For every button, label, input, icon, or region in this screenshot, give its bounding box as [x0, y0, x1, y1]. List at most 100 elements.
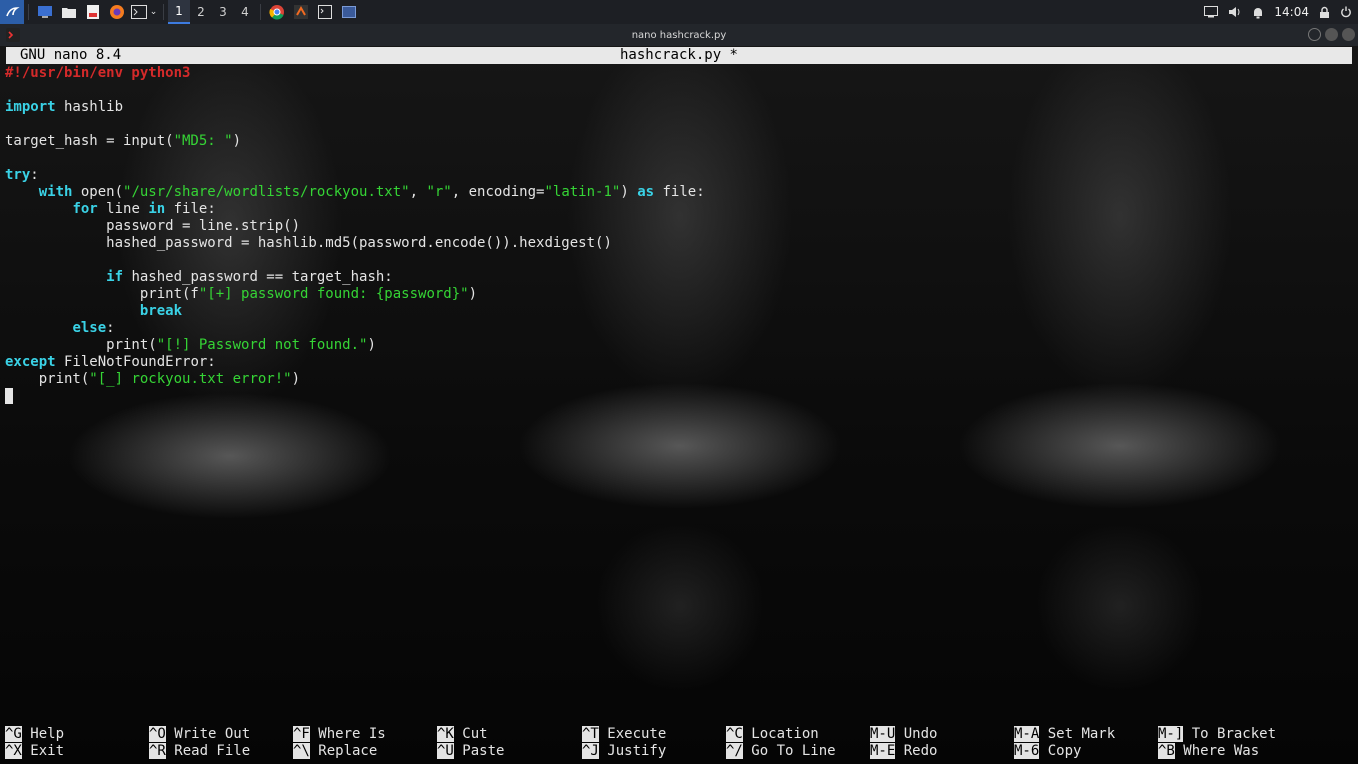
shortcut-key: ^K — [437, 726, 454, 742]
terminal-window-button[interactable] — [313, 0, 337, 24]
shortcut-exit[interactable]: ^X Exit — [5, 743, 149, 760]
shortcut-redo[interactable]: M-E Redo — [870, 743, 1014, 760]
code-text: , encoding= — [451, 184, 545, 200]
code-text: target_hash = input( — [5, 133, 174, 149]
taskbar-separator — [260, 4, 261, 20]
code-text: , — [409, 184, 427, 200]
shortcut-label: Read File — [165, 743, 251, 759]
notification-bell-icon[interactable] — [1252, 6, 1264, 19]
shortcut-label: Replace — [309, 743, 378, 759]
code-text: hashlib — [55, 99, 124, 115]
shortcut-read-file[interactable]: ^R Read File — [149, 743, 293, 760]
nano-header-bar: GNU nano 8.4 hashcrack.py * — [6, 47, 1352, 64]
shortcut-where-is[interactable]: ^F Where Is — [293, 726, 437, 743]
shortcut-help[interactable]: ^G Help — [5, 726, 149, 743]
shortcut-key: M-] — [1158, 726, 1184, 742]
shortcut-justify[interactable]: ^J Justify — [582, 743, 726, 760]
folder-icon — [62, 8, 76, 18]
minimize-button[interactable] — [1308, 28, 1321, 41]
shortcut-label: Write Out — [165, 726, 251, 742]
workspace-1[interactable]: 1 — [168, 0, 190, 24]
shortcut-where-was[interactable]: ^B Where Was — [1158, 743, 1302, 760]
shortcut-label: To Bracket — [1183, 726, 1277, 742]
terminal-launcher[interactable]: ⌄ — [129, 0, 159, 24]
shortcut-key: ^/ — [726, 743, 743, 759]
firefox-launcher[interactable] — [105, 0, 129, 24]
kali-menu-button[interactable] — [0, 0, 24, 24]
chrome-window-button[interactable] — [265, 0, 289, 24]
string-literal: "[!] Password not found." — [156, 337, 368, 353]
shortcut-key: ^U — [437, 743, 454, 759]
terminal-icon — [318, 5, 332, 19]
shortcut-label: Exit — [21, 743, 65, 759]
code-text: print( — [5, 371, 90, 387]
shortcut-key: ^R — [149, 743, 166, 759]
power-icon[interactable] — [1340, 6, 1352, 18]
burp-window-button[interactable] — [289, 0, 313, 24]
shortcut-undo[interactable]: M-U Undo — [870, 726, 1014, 743]
code-line-13: if hashed_password == target_hash: — [5, 269, 393, 285]
kali-dragon-icon — [4, 4, 20, 20]
text-editor-icon — [87, 5, 99, 19]
shortcut-replace[interactable]: ^\ Replace — [293, 743, 437, 760]
code-editor[interactable]: #!/usr/bin/env python3 import hashlib ta… — [5, 65, 705, 405]
shortcut-to-bracket[interactable]: M-] To Bracket — [1158, 726, 1302, 743]
shortcut-label: Where Is — [309, 726, 386, 742]
window-titlebar[interactable]: nano hashcrack.py — [0, 24, 1358, 46]
shortcut-execute[interactable]: ^T Execute — [582, 726, 726, 743]
keyword: as — [637, 184, 655, 200]
shortcut-key: ^J — [582, 743, 599, 759]
keyword: break — [139, 303, 183, 319]
file-manager-launcher[interactable] — [57, 0, 81, 24]
keyword: with — [38, 184, 73, 200]
code-line-7: try: — [5, 167, 39, 183]
shortcut-paste[interactable]: ^U Paste — [437, 743, 581, 760]
terminal-icon — [130, 5, 147, 19]
workspace-4[interactable]: 4 — [234, 0, 256, 24]
shortcut-go-to-line[interactable]: ^/ Go To Line — [726, 743, 870, 760]
keyword: in — [148, 201, 166, 217]
volume-icon[interactable] — [1228, 6, 1242, 18]
code-line-3: import hashlib — [5, 99, 123, 115]
keyword: except — [5, 354, 56, 370]
file-window-button[interactable] — [337, 0, 361, 24]
string-literal: "latin-1" — [544, 184, 621, 200]
shortcut-label: Cut — [453, 726, 488, 742]
shortcut-label: Set Mark — [1039, 726, 1116, 742]
clock[interactable]: 14:04 — [1274, 5, 1309, 19]
shortcut-copy[interactable]: M-6 Copy — [1014, 743, 1158, 760]
shortcut-label: Paste — [453, 743, 505, 759]
workspace-3[interactable]: 3 — [212, 0, 234, 24]
shortcut-key: M-E — [870, 743, 896, 759]
window-icon — [342, 6, 356, 18]
code-line-17: print("[!] Password not found.") — [5, 337, 376, 353]
shortcut-key: ^O — [149, 726, 166, 742]
code-line-1: #!/usr/bin/env python3 — [5, 65, 190, 81]
maximize-button[interactable] — [1325, 28, 1338, 41]
shortcut-label: Location — [742, 726, 819, 742]
close-button[interactable] — [1342, 28, 1355, 41]
show-desktop-button[interactable] — [33, 0, 57, 24]
shortcut-set-mark[interactable]: M-A Set Mark — [1014, 726, 1158, 743]
chevron-down-icon[interactable]: ⌄ — [150, 7, 158, 17]
shortcut-label: Help — [21, 726, 65, 742]
shortcut-key: ^B — [1158, 743, 1175, 759]
shortcut-cut[interactable]: ^K Cut — [437, 726, 581, 743]
text-cursor — [5, 388, 13, 404]
code-text: FileNotFoundError: — [55, 354, 216, 370]
text-editor-launcher[interactable] — [81, 0, 105, 24]
shortcut-write-out[interactable]: ^O Write Out — [149, 726, 293, 743]
code-line-15: break — [5, 303, 182, 319]
code-text: print( — [5, 337, 157, 353]
lock-icon[interactable] — [1319, 6, 1330, 19]
display-icon[interactable] — [1204, 6, 1219, 18]
workspace-2[interactable]: 2 — [190, 0, 212, 24]
keyword: for — [72, 201, 98, 217]
terminal-area[interactable]: GNU nano 8.4 hashcrack.py * #!/usr/bin/e… — [0, 46, 1358, 764]
shortcut-label: Where Was — [1174, 743, 1260, 759]
code-line-14: print(f"[+] password found: {password}") — [5, 286, 477, 302]
shortcut-key: M-U — [870, 726, 896, 742]
shortcut-location[interactable]: ^C Location — [726, 726, 870, 743]
code-text: file: — [165, 201, 216, 217]
